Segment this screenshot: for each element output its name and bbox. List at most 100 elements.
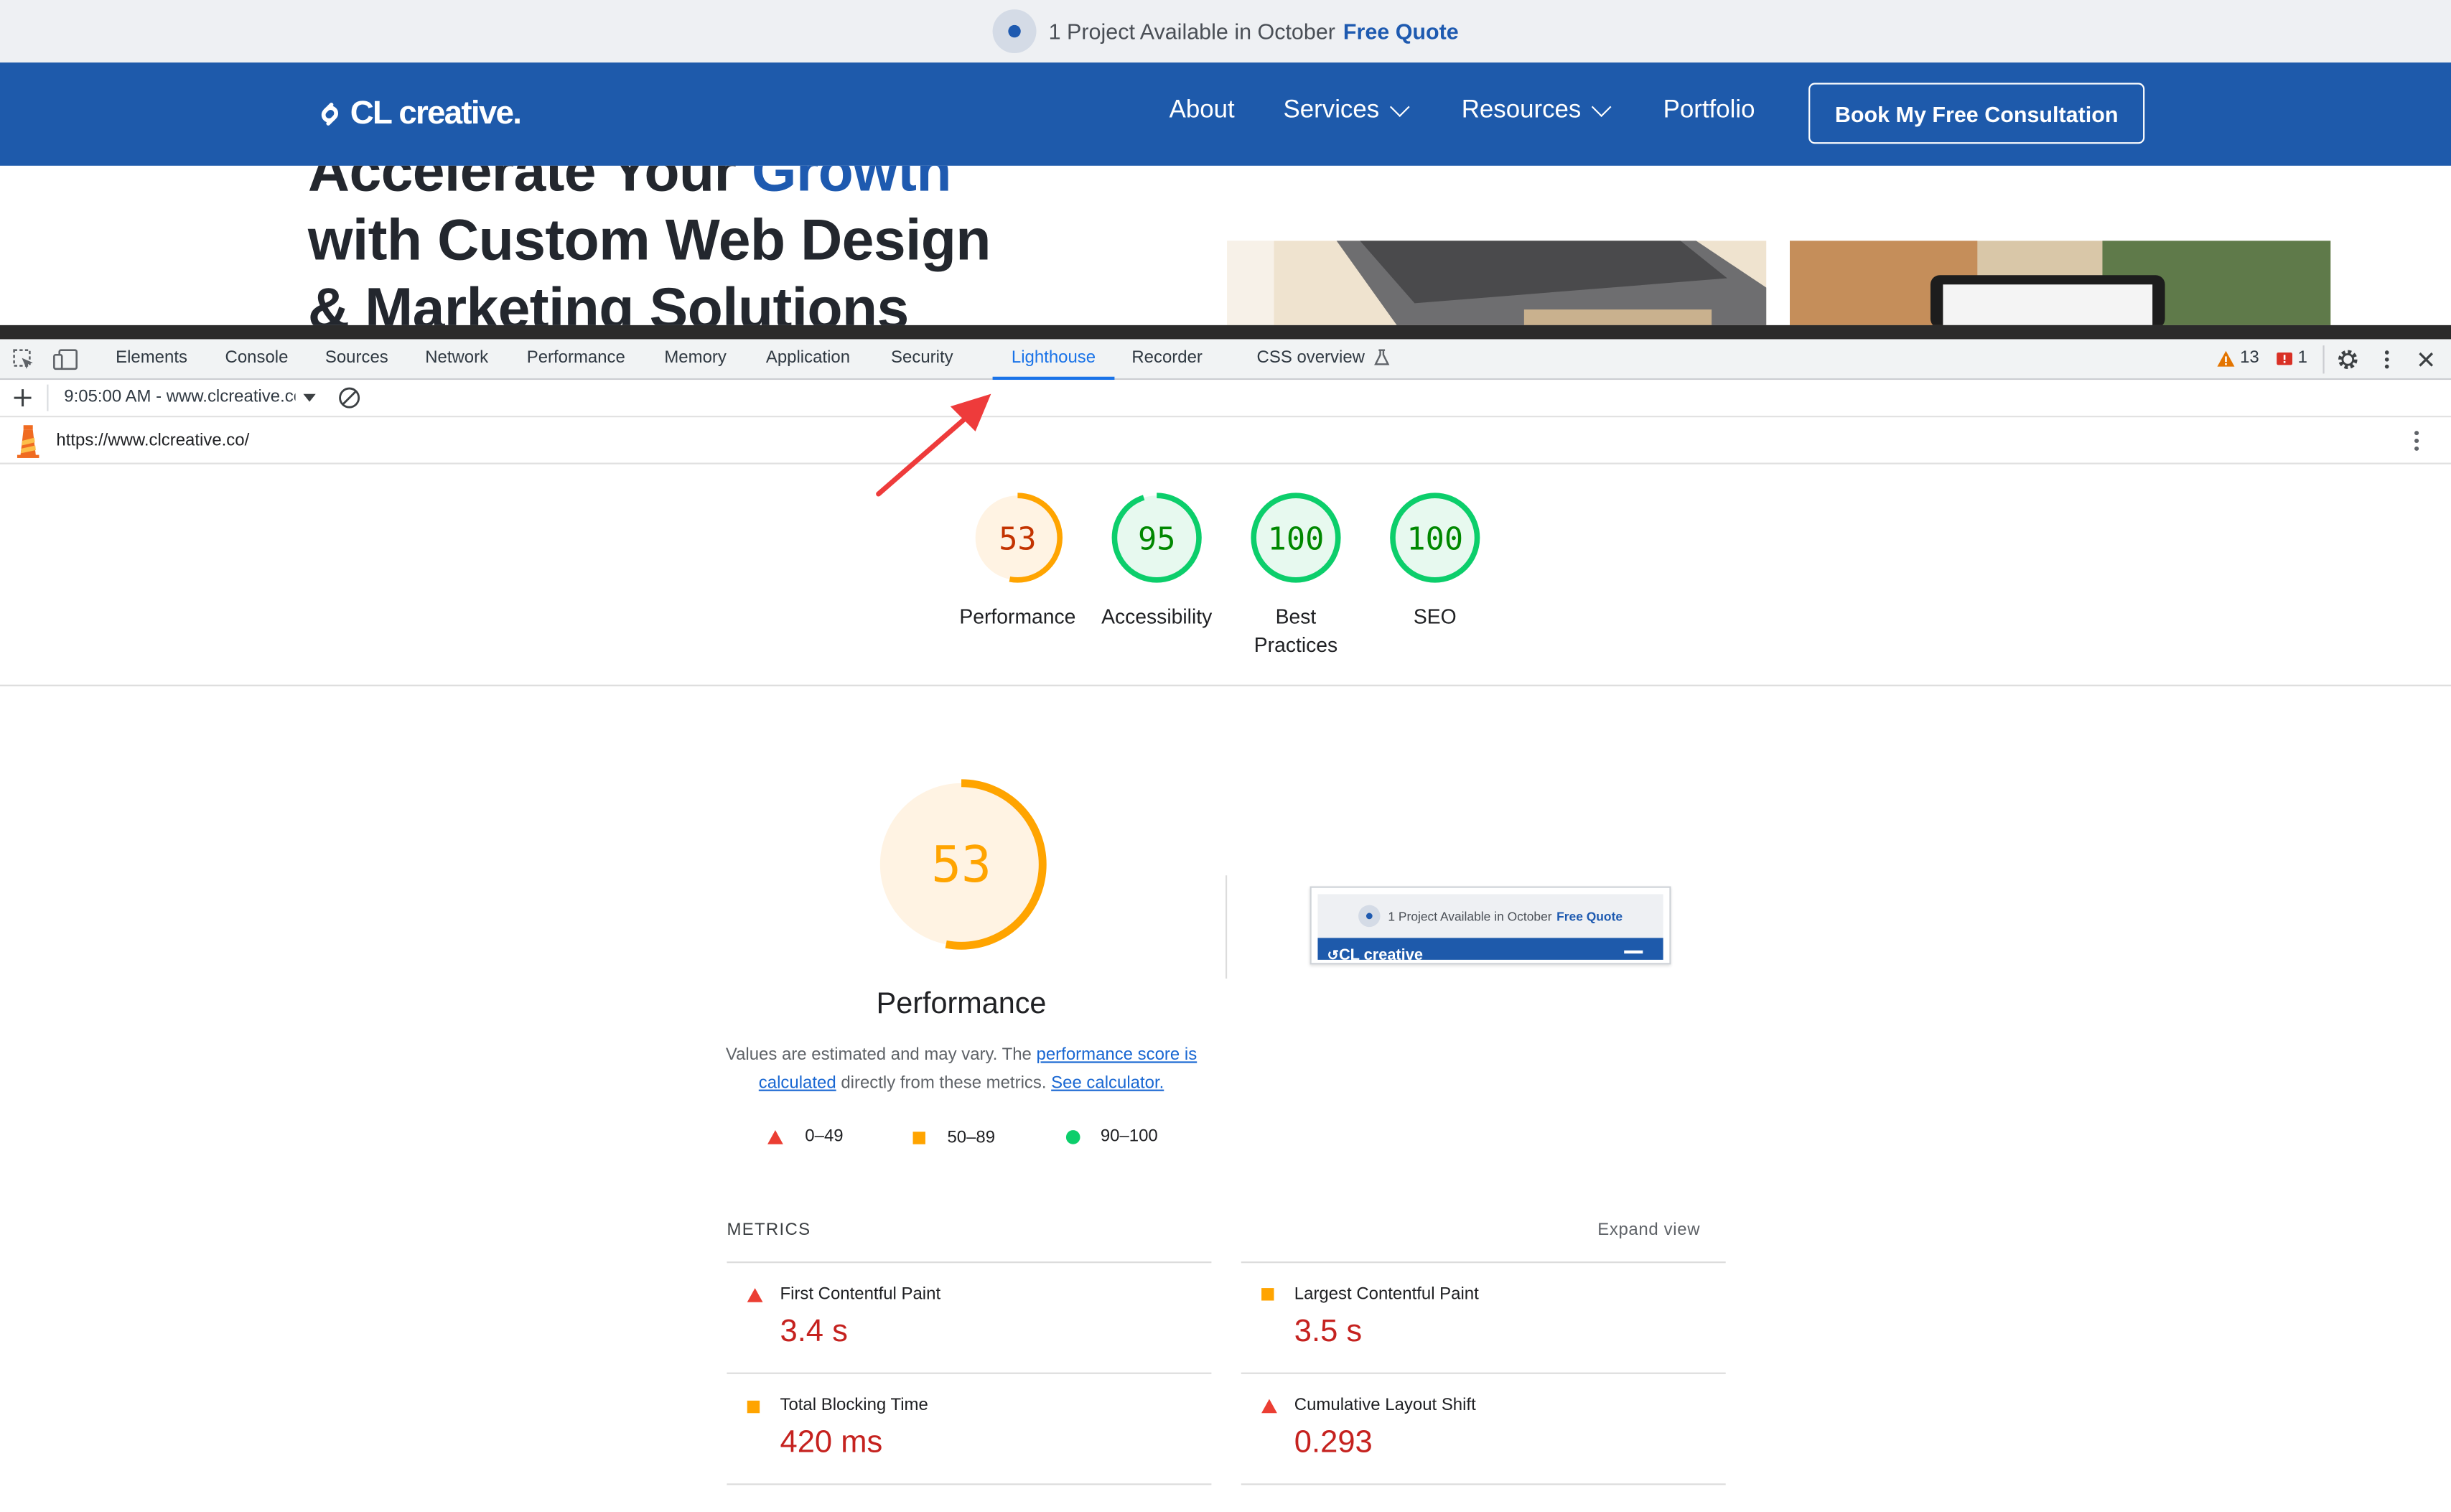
tab-memory[interactable]: Memory [664, 349, 727, 381]
report-url[interactable]: https://www.clcreative.co/ [56, 431, 249, 450]
score-ring: 100 [1251, 493, 1341, 583]
performance-description: Values are estimated and may vary. The p… [725, 1045, 1198, 1093]
metric-fcp: First Contentful Paint 3.4 s [727, 1285, 1211, 1363]
expand-view-button[interactable]: Expand view [1597, 1221, 1700, 1239]
score-gauge-seo[interactable]: 100 SEO [1386, 489, 1483, 631]
metric-value: 3.5 s [1294, 1315, 1363, 1350]
tab-sources[interactable]: Sources [325, 349, 388, 381]
hero-image-laptop [1227, 241, 1767, 325]
section-divider [0, 684, 2451, 686]
metric-divider [1241, 1261, 1726, 1264]
metric-divider [1241, 1372, 1726, 1374]
report-url-bar: https://www.clcreative.co/ [0, 417, 2451, 465]
legend-fail: 0–49 [767, 1127, 844, 1146]
legend-pass: 90–100 [1065, 1127, 1158, 1146]
site-logo[interactable]: CL creative. [316, 90, 522, 137]
nav-about[interactable]: About [1170, 97, 1235, 125]
score-ring: 95 [1111, 493, 1202, 583]
page-screenshot-preview[interactable]: 1 Project Available in October Free Quot… [1309, 886, 1671, 965]
tab-recorder[interactable]: Recorder [1131, 349, 1203, 381]
tab-console[interactable]: Console [225, 349, 289, 381]
experiment-flask-icon [1374, 349, 1390, 365]
fail-triangle-icon [1261, 1399, 1277, 1414]
lighthouse-logo-icon [17, 425, 39, 458]
preview-link: Free Quote [1556, 909, 1623, 923]
annotation-arrow [876, 393, 991, 497]
score-label: Best Practices [1253, 605, 1338, 657]
performance-title: Performance [876, 988, 1047, 1021]
metric-tbt: Total Blocking Time 420 ms [727, 1396, 1211, 1474]
settings-gear-icon[interactable] [2337, 349, 2358, 370]
book-consultation-button[interactable]: Book My Free Consultation [1808, 83, 2145, 144]
score-value: 53 [999, 521, 1036, 557]
toolbar-divider [2322, 345, 2325, 374]
score-label: Performance [959, 605, 1076, 629]
announcement-bar: 1 Project Available in October Free Quot… [0, 0, 2451, 63]
metric-divider [1241, 1483, 1726, 1485]
warning-icon [2217, 350, 2235, 366]
dropdown-arrow-icon[interactable] [303, 393, 316, 403]
score-gauge-best-practices[interactable]: 100 Best Practices [1247, 489, 1344, 659]
hero-image-desk [1790, 241, 2331, 325]
see-calculator-link[interactable]: See calculator. [1051, 1074, 1164, 1093]
score-ring: 53 [972, 493, 1063, 583]
preview-announcement: 1 Project Available in October [1388, 909, 1552, 923]
score-gauge-accessibility[interactable]: 95 Accessibility [1101, 489, 1212, 631]
pulse-dot-icon [992, 9, 1037, 54]
tab-css-overview[interactable]: CSS overview [1257, 349, 1390, 381]
fail-triangle-icon [767, 1129, 783, 1144]
more-options-icon[interactable] [2382, 349, 2391, 370]
metric-value: 0.293 [1294, 1425, 1373, 1460]
nav-resources[interactable]: Resources [1462, 97, 1612, 125]
logo-text: CL creative. [350, 95, 522, 131]
nav-portfolio[interactable]: Portfolio [1663, 97, 1755, 125]
error-icon [2277, 351, 2293, 365]
score-value: 100 [1406, 521, 1463, 557]
add-report-icon[interactable] [12, 388, 32, 408]
device-toolbar-icon[interactable] [53, 349, 78, 370]
tab-network[interactable]: Network [425, 349, 488, 381]
metric-label: Cumulative Layout Shift [1294, 1396, 1476, 1415]
errors-counter[interactable]: 1 [2276, 349, 2307, 368]
metric-divider [727, 1372, 1212, 1374]
score-ring: 100 [1390, 493, 1480, 583]
hero-section: Accelerate Your Growth with Custom Web D… [0, 166, 2451, 325]
clear-block-icon[interactable] [337, 386, 361, 410]
nav-services[interactable]: Services [1284, 97, 1411, 125]
pass-circle-icon [1065, 1129, 1080, 1144]
report-menu-icon[interactable] [2412, 429, 2422, 454]
score-gauge-performance[interactable]: 53 Performance [959, 489, 1075, 631]
vertical-divider [1226, 875, 1228, 979]
metric-cls: Cumulative Layout Shift 0.293 [1241, 1396, 1726, 1474]
performance-gauge-large: 53 [876, 779, 1047, 950]
tab-performance[interactable]: Performance [527, 349, 625, 381]
close-icon[interactable] [2417, 350, 2435, 369]
performance-score-value: 53 [931, 836, 991, 894]
hamburger-menu-icon [1624, 950, 1643, 953]
average-square-icon [1261, 1288, 1274, 1301]
toolbar-divider [47, 384, 49, 411]
devtools-tab-bar: Elements Console Sources Network Perform… [0, 339, 2451, 381]
tab-elements[interactable]: Elements [116, 349, 187, 381]
tab-application[interactable]: Application [766, 349, 850, 381]
hero-heading: Accelerate Your Growth with Custom Web D… [307, 165, 991, 325]
inspect-element-icon[interactable] [12, 349, 34, 370]
report-selector[interactable]: 9:05:00 AM - www.clcreative.co [64, 388, 295, 406]
devtools-resize-handle[interactable] [0, 325, 2451, 340]
site-nav: CL creative. About Services Resources Po… [0, 62, 2451, 166]
legend-average: 50–89 [912, 1129, 995, 1147]
metric-divider [727, 1261, 1212, 1264]
chevron-down-icon [1592, 97, 1612, 118]
average-square-icon [912, 1131, 925, 1144]
warnings-counter[interactable]: 13 [2216, 349, 2259, 368]
logo-icon [321, 103, 338, 126]
metrics-heading: METRICS [727, 1221, 811, 1240]
score-label: Accessibility [1101, 605, 1213, 629]
lighthouse-toolbar: 9:05:00 AM - www.clcreative.co [0, 380, 2451, 418]
tab-lighthouse[interactable]: Lighthouse [992, 349, 1115, 381]
announcement-text: 1 Project Available in October [1048, 19, 1335, 44]
metric-label: First Contentful Paint [780, 1284, 941, 1304]
score-label: SEO [1413, 605, 1457, 629]
metric-label: Total Blocking Time [780, 1396, 928, 1415]
free-quote-link[interactable]: Free Quote [1343, 19, 1459, 44]
